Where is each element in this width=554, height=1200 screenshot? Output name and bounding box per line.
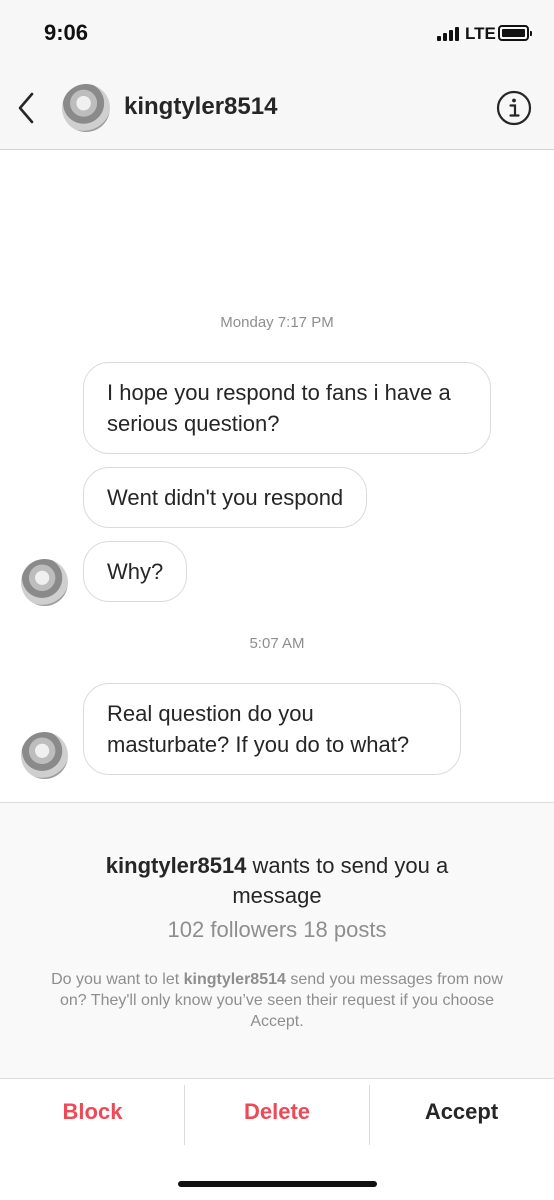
battery-icon xyxy=(498,25,532,41)
sender-avatar[interactable] xyxy=(21,559,68,606)
header-username[interactable]: kingtyler8514 xyxy=(124,93,277,121)
chat-header: kingtyler8514 xyxy=(0,66,554,150)
signal-icon xyxy=(437,27,459,41)
thread-timestamp: 5:07 AM xyxy=(249,635,305,652)
sender-avatar[interactable] xyxy=(21,732,68,779)
thread-timestamp: Monday 7:17 PM xyxy=(220,314,334,331)
message-bubble[interactable]: Went didn't you respond xyxy=(83,467,368,528)
status-bar: 9:06 LTE xyxy=(0,0,554,66)
accept-button[interactable]: Accept xyxy=(369,1079,554,1145)
info-icon xyxy=(496,90,532,126)
info-button[interactable] xyxy=(496,90,532,126)
block-button[interactable]: Block xyxy=(0,1079,185,1145)
message-request-panel: kingtyler8514 wants to send you a messag… xyxy=(0,802,554,1078)
request-info: Do you want to let kingtyler8514 send yo… xyxy=(50,969,504,1032)
request-username: kingtyler8514 xyxy=(105,853,247,878)
home-indicator[interactable] xyxy=(178,1181,377,1187)
message-bubble[interactable]: Why? xyxy=(83,541,188,602)
request-info-prefix: Do you want to let xyxy=(51,971,184,988)
network-label: LTE xyxy=(465,24,496,43)
request-title-text: wants to send you a message xyxy=(232,853,449,908)
message-bubble[interactable]: I hope you respond to fans i have a seri… xyxy=(83,362,491,454)
delete-button[interactable]: Delete xyxy=(185,1079,369,1145)
direct-message-request-screen: 9:06 LTE kingtyler8514 Monday 7:17 PM I … xyxy=(0,0,554,1200)
back-chevron-icon xyxy=(18,92,34,124)
request-title: kingtyler8514 wants to send you a messag… xyxy=(60,851,494,911)
back-button[interactable] xyxy=(10,88,46,128)
avatar[interactable] xyxy=(62,84,110,132)
message-bubble[interactable]: Real question do you masturbate? If you … xyxy=(83,683,461,775)
status-time: 9:06 xyxy=(44,20,89,45)
request-stats: 102 followers 18 posts xyxy=(167,917,387,942)
request-info-username: kingtyler8514 xyxy=(183,971,286,988)
